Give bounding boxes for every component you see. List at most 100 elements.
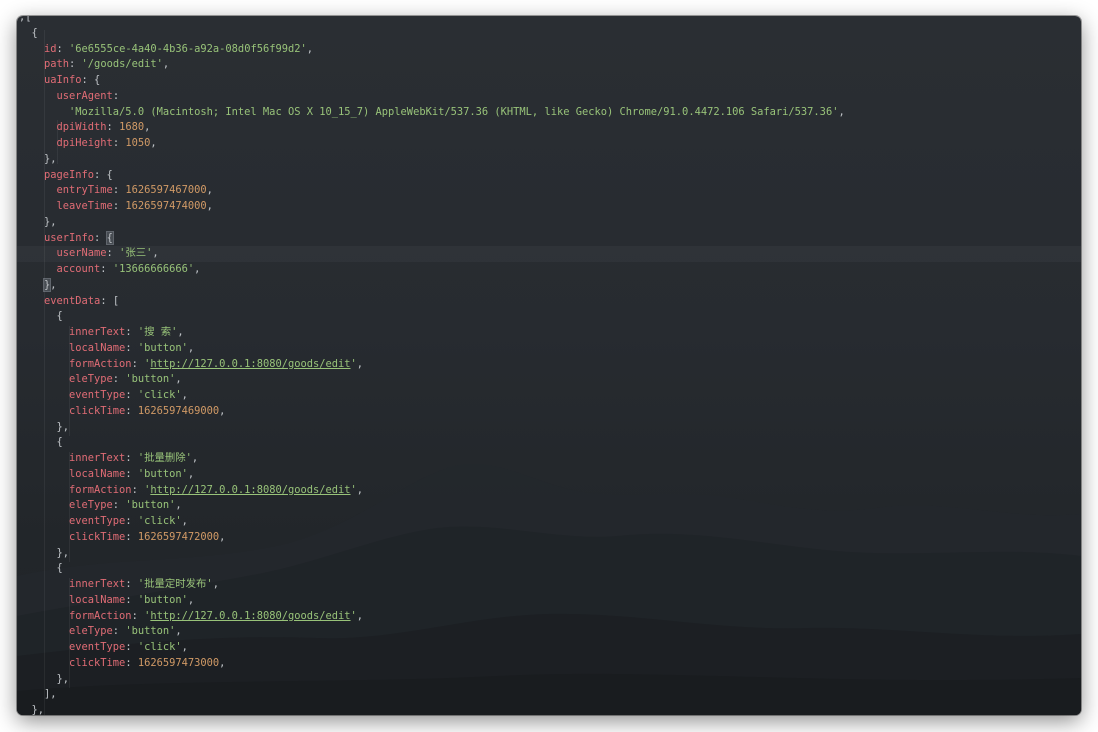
code-key: eventData xyxy=(44,294,101,307)
code-line[interactable]: clickTime: 1626597473000, xyxy=(17,656,845,672)
code-key: path xyxy=(44,58,70,71)
code-punctuation: }, xyxy=(44,152,57,165)
code-line[interactable]: }, xyxy=(17,152,845,168)
code-punctuation: , xyxy=(219,656,226,669)
code-link[interactable]: http://127.0.0.1:8080/goods/edit xyxy=(150,484,350,496)
matched-brace: { xyxy=(105,230,114,245)
code-punctuation: : xyxy=(125,467,138,480)
code-number: 1050 xyxy=(125,137,151,149)
code-line[interactable]: innerText: '搜 索', xyxy=(17,325,845,341)
code-line[interactable]: }, xyxy=(17,215,845,231)
code-punctuation: : xyxy=(112,373,126,386)
code-key: uaInfo xyxy=(44,74,82,86)
code-string: '张三' xyxy=(119,247,153,260)
code-number: 1626597467000 xyxy=(125,184,207,197)
code-punctuation: : xyxy=(112,625,126,638)
code-key: leaveTime xyxy=(56,200,113,212)
code-punctuation: : xyxy=(125,578,138,590)
code-punctuation: : xyxy=(69,58,82,71)
code-line[interactable]: { xyxy=(17,561,845,577)
code-line[interactable]: leaveTime: 1626597474000, xyxy=(17,199,845,215)
code-punctuation: : xyxy=(125,515,138,527)
code-string: 'button' xyxy=(125,373,176,386)
code-key: clickTime xyxy=(69,656,126,669)
code-punctuation: , xyxy=(356,357,364,370)
code-key: eleType xyxy=(69,373,113,386)
code-punctuation: { xyxy=(56,310,63,323)
code-line[interactable]: }, xyxy=(17,672,845,688)
code-line[interactable]: ;[ xyxy=(17,16,845,26)
code-line[interactable]: 'Mozilla/5.0 (Macintosh; Intel Mac OS X … xyxy=(17,105,845,121)
code-punctuation: : xyxy=(125,341,138,354)
code-link[interactable]: http://127.0.0.1:8080/goods/edit xyxy=(150,358,350,370)
code-punctuation: , xyxy=(177,326,184,338)
code-punctuation: { xyxy=(31,26,38,39)
code-punctuation: , xyxy=(175,373,182,386)
code-key: dpiWidth xyxy=(56,121,107,134)
code-punctuation: { xyxy=(56,436,63,449)
code-line[interactable]: }, xyxy=(17,703,845,715)
code-line[interactable]: innerText: '批量删除', xyxy=(17,451,845,467)
code-line[interactable]: dpiHeight: 1050, xyxy=(17,136,845,152)
code-line[interactable]: { xyxy=(17,435,845,451)
code-line[interactable]: eventData: [ xyxy=(17,294,845,310)
code-number: 1680 xyxy=(119,121,145,134)
code-line[interactable]: eleType: 'button', xyxy=(17,372,845,388)
code-line[interactable]: userAgent: xyxy=(17,89,845,105)
code-line[interactable]: userName: '张三', xyxy=(17,246,845,262)
code-line[interactable]: { xyxy=(17,309,845,325)
code-line[interactable]: }, xyxy=(17,546,845,562)
code-line[interactable]: pageInfo: { xyxy=(17,168,845,184)
code-punctuation: : xyxy=(106,247,120,260)
code-key: formAction xyxy=(69,357,132,370)
code-punctuation: , xyxy=(162,58,170,71)
code-punctuation: : { xyxy=(94,168,113,181)
code-line[interactable]: formAction: 'http://127.0.0.1:8080/goods… xyxy=(17,609,845,625)
code-punctuation: , xyxy=(206,200,213,212)
code-line[interactable]: ], xyxy=(17,687,845,703)
code-line[interactable]: formAction: 'http://127.0.0.1:8080/goods… xyxy=(17,483,845,499)
code-line[interactable]: eleType: 'button', xyxy=(17,624,845,640)
code-punctuation: : xyxy=(112,200,126,212)
code-line[interactable]: { xyxy=(17,26,845,42)
code-punctuation: : xyxy=(112,137,126,149)
code-punctuation: { xyxy=(56,562,63,575)
code-line[interactable]: innerText: '批量定时发布', xyxy=(17,577,845,593)
code-line[interactable]: localName: 'button', xyxy=(17,593,845,609)
code-punctuation: : xyxy=(125,593,138,606)
code-key: localName xyxy=(69,341,126,354)
code-line[interactable]: eventType: 'click', xyxy=(17,514,845,530)
code-punctuation: : xyxy=(125,530,138,543)
code-text-area[interactable]: ;[{id: '6e6555ce-4a40-4b36-a92a-08d0f56f… xyxy=(17,16,845,715)
code-key: eventType xyxy=(69,515,126,527)
code-punctuation: : xyxy=(131,609,145,622)
code-line[interactable]: }, xyxy=(17,420,845,436)
code-line[interactable]: entryTime: 1626597467000, xyxy=(17,183,845,199)
code-punctuation: : xyxy=(131,483,145,496)
code-line[interactable]: account: '13666666666', xyxy=(17,262,845,278)
code-string: '批量定时发布' xyxy=(137,578,213,590)
code-punctuation: : xyxy=(112,89,120,102)
code-string: '6e6555ce-4a40-4b36-a92a-08d0f56f99d2' xyxy=(69,42,307,55)
code-line[interactable]: path: '/goods/edit', xyxy=(17,57,845,73)
code-link[interactable]: http://127.0.0.1:8080/goods/edit xyxy=(150,610,350,622)
code-line[interactable]: localName: 'button', xyxy=(17,467,845,483)
code-line[interactable]: eventType: 'click', xyxy=(17,388,845,404)
code-line[interactable]: eleType: 'button', xyxy=(17,498,845,514)
code-line[interactable]: eventType: 'click', xyxy=(17,640,845,656)
code-line[interactable]: clickTime: 1626597469000, xyxy=(17,404,845,420)
code-punctuation: , xyxy=(175,499,182,512)
code-line[interactable]: userInfo: { xyxy=(17,230,845,247)
code-punctuation: , xyxy=(206,184,213,197)
code-line[interactable]: id: '6e6555ce-4a40-4b36-a92a-08d0f56f99d… xyxy=(17,42,845,58)
code-line[interactable]: clickTime: 1626597472000, xyxy=(17,530,845,546)
code-key: localName xyxy=(69,467,126,480)
code-line[interactable]: localName: 'button', xyxy=(17,341,845,357)
code-line[interactable]: }, xyxy=(17,277,845,294)
code-line[interactable]: uaInfo: { xyxy=(17,73,845,89)
code-string: 'button' xyxy=(137,593,188,606)
code-punctuation: , xyxy=(191,452,199,464)
code-line[interactable]: dpiWidth: 1680, xyxy=(17,120,845,136)
code-line[interactable]: formAction: 'http://127.0.0.1:8080/goods… xyxy=(17,357,845,373)
code-key: formAction xyxy=(69,609,132,622)
